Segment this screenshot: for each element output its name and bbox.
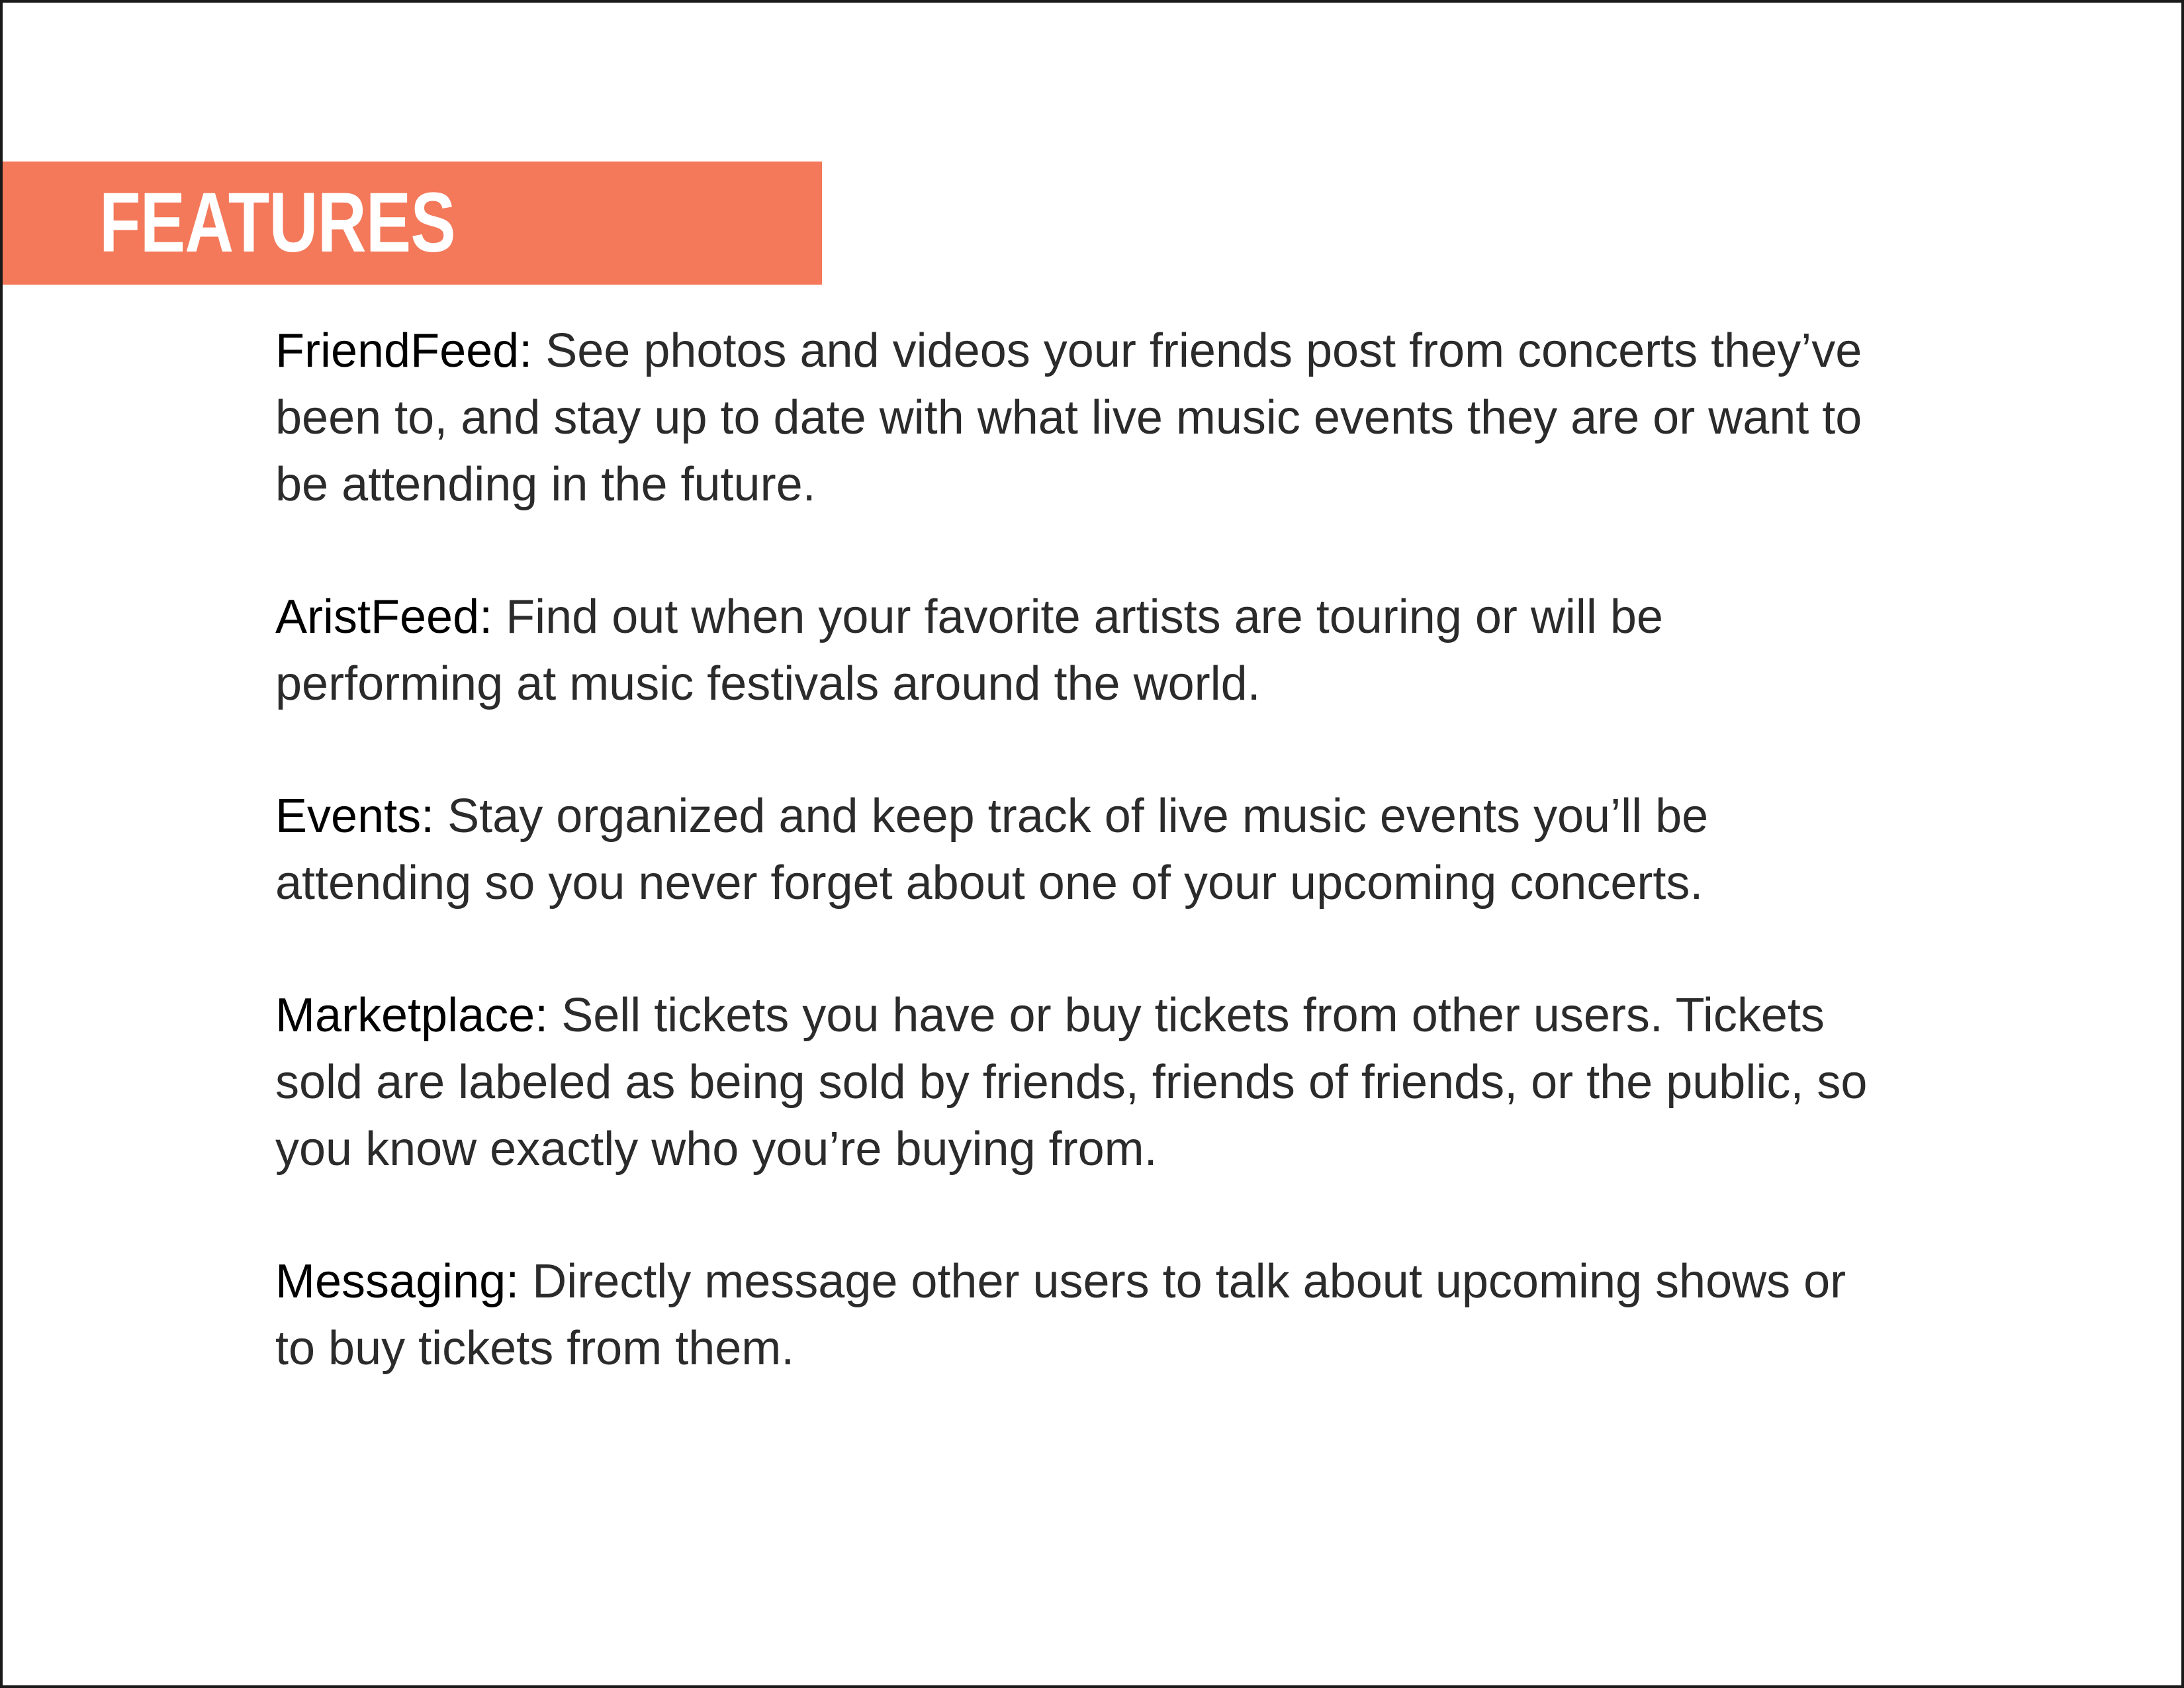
feature-item-messaging: Messaging: Directly message other users … [275, 1248, 1877, 1382]
feature-name: FriendFeed: [275, 324, 533, 377]
feature-item-events: Events: Stay organized and keep track of… [275, 783, 1877, 917]
section-header-bar: FEATURES [3, 162, 822, 285]
feature-name: AristFeed: [275, 590, 493, 643]
feature-item-marketplace: Marketplace: Sell tickets you have or bu… [275, 982, 1877, 1183]
feature-item-friendfeed: FriendFeed: See photos and videos your f… [275, 318, 1877, 518]
feature-item-aristfeed: AristFeed: Find out when your favorite a… [275, 584, 1877, 718]
feature-description: Stay organized and keep track of live mu… [275, 790, 1709, 910]
feature-list: FriendFeed: See photos and videos your f… [275, 318, 1877, 1448]
feature-name: Messaging: [275, 1255, 520, 1308]
section-title: FEATURES [99, 175, 456, 270]
feature-name: Marketplace: [275, 989, 549, 1042]
features-page: FEATURES FriendFeed: See photos and vide… [0, 0, 2184, 1688]
feature-name: Events: [275, 790, 435, 843]
